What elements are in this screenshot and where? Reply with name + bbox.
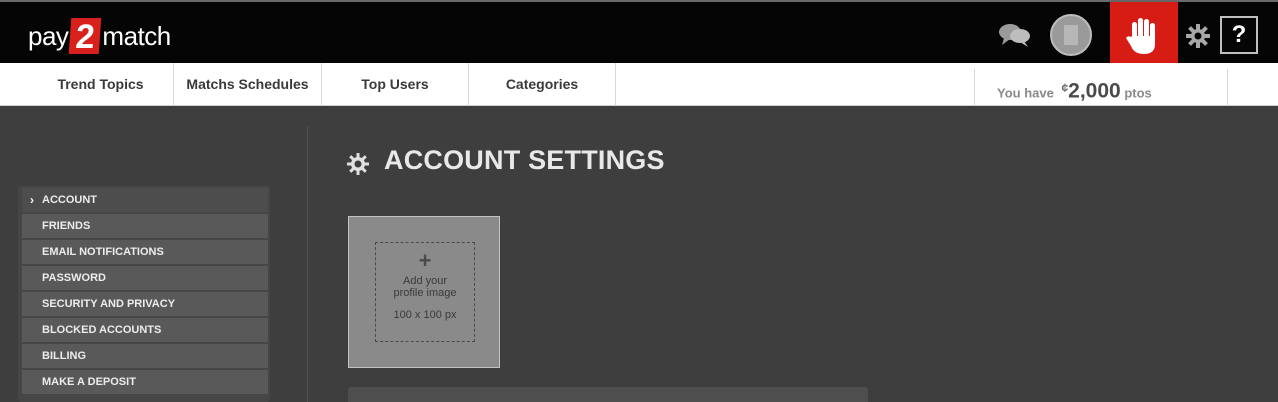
settings-form-panel [348, 387, 868, 402]
sidebar-item-friends[interactable]: FRIENDS [22, 214, 268, 238]
logo[interactable]: pay 2 match [28, 18, 171, 56]
sidebar-item-label: ACCOUNT [42, 194, 97, 206]
sidebar-item-label: EMAIL NOTIFICATIONS [42, 246, 164, 258]
top-bar: pay 2 match ? [0, 0, 1278, 70]
stop-hand-button[interactable] [1110, 2, 1178, 70]
sidebar-item-label: SECURITY AND PRIVACY [42, 298, 176, 310]
points-amount: 2,000 [1068, 79, 1121, 103]
points-balance: You have ¢2,000 ptos [974, 69, 1228, 105]
chat-icon[interactable] [998, 22, 1032, 48]
settings-gear-icon [347, 153, 369, 175]
sidebar-item-label: PASSWORD [42, 272, 106, 284]
tab-categories[interactable]: Categories [469, 63, 616, 105]
logo-number: 2 [69, 18, 102, 56]
sidebar-item-make-a-deposit[interactable]: MAKE A DEPOSIT [22, 370, 268, 394]
help-button[interactable]: ? [1220, 16, 1258, 54]
column-divider [307, 126, 308, 402]
profile-image-upload[interactable]: + Add your profile image 100 x 100 px [348, 216, 500, 368]
upload-text-line2: profile image [393, 287, 457, 299]
sidebar-item-password[interactable]: PASSWORD [22, 266, 268, 290]
avatar[interactable] [1050, 14, 1092, 56]
nav-bar: Trend Topics Matchs Schedules Top Users … [0, 63, 1278, 106]
tab-top-users[interactable]: Top Users [322, 63, 469, 105]
points-unit: ptos [1124, 85, 1152, 101]
sidebar-item-label: BLOCKED ACCOUNTS [42, 324, 162, 336]
sidebar-item-label: MAKE A DEPOSIT [42, 376, 136, 388]
sidebar-item-label: BILLING [42, 350, 86, 362]
logo-text-pay: pay [28, 20, 69, 51]
tab-trend-topics[interactable]: Trend Topics [28, 63, 174, 105]
sidebar-item-label: FRIENDS [42, 220, 91, 232]
upload-text-line1: Add your [402, 275, 448, 287]
logo-text-match: match [102, 20, 171, 51]
sidebar-item-account[interactable]: › ACCOUNT [22, 188, 268, 212]
sidebar-item-blocked-accounts[interactable]: BLOCKED ACCOUNTS [22, 318, 268, 342]
sidebar-item-billing[interactable]: BILLING [22, 344, 268, 368]
upload-size-hint: 100 x 100 px [393, 309, 457, 321]
upload-dropzone[interactable]: + Add your profile image 100 x 100 px [375, 242, 475, 342]
avatar-image [1064, 25, 1078, 45]
points-prefix: You have [997, 85, 1054, 101]
chevron-right-icon: › [30, 193, 34, 207]
gear-icon[interactable] [1186, 24, 1210, 48]
tab-matchs-schedules[interactable]: Matchs Schedules [174, 63, 322, 105]
plus-icon: + [418, 248, 432, 273]
sidebar-item-security-and-privacy[interactable]: SECURITY AND PRIVACY [22, 292, 268, 316]
settings-sidebar: › ACCOUNT FRIENDS EMAIL NOTIFICATIONS PA… [18, 186, 270, 402]
sidebar-item-email-notifications[interactable]: EMAIL NOTIFICATIONS [22, 240, 268, 264]
page-title: ACCOUNT SETTINGS [384, 145, 665, 175]
hand-icon [1126, 18, 1155, 54]
